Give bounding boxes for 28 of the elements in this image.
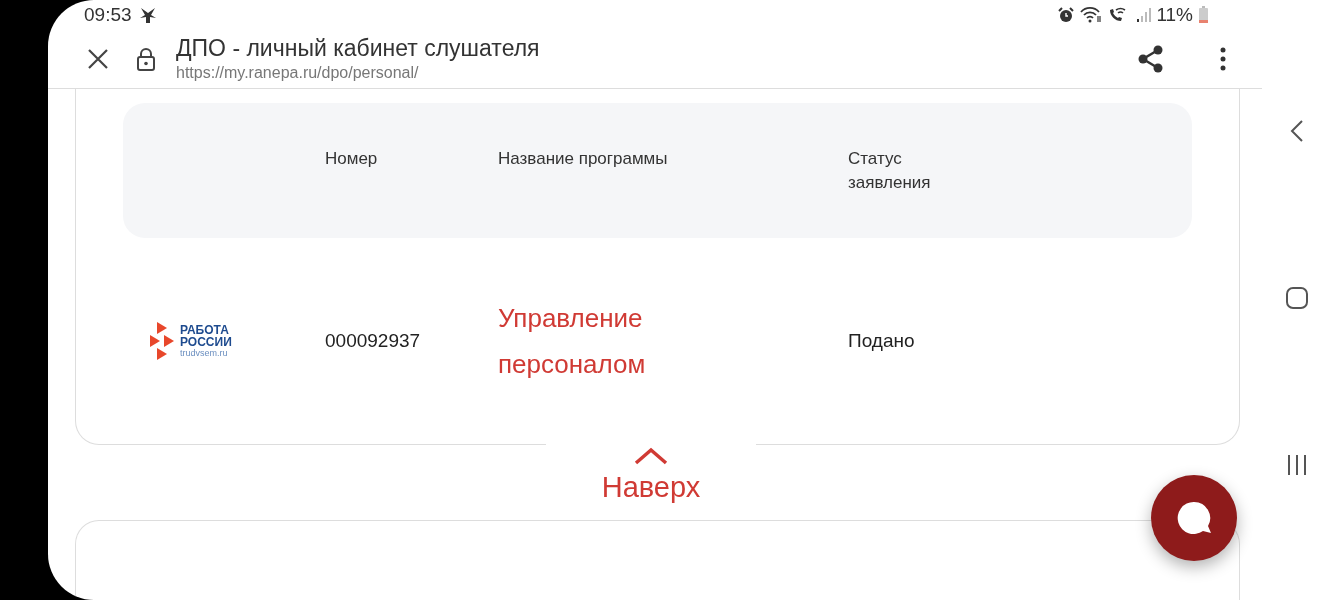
- battery-icon: [1199, 6, 1208, 23]
- signal-icon: [1136, 6, 1153, 23]
- chevron-up-icon: [634, 447, 668, 465]
- application-number: 000092937: [325, 330, 422, 352]
- battery-percent: 11%: [1156, 3, 1193, 26]
- chat-bubble-icon: [1176, 501, 1212, 535]
- close-icon[interactable]: [86, 46, 110, 71]
- back-icon[interactable]: [1290, 120, 1304, 142]
- chat-button[interactable]: [1151, 475, 1237, 561]
- home-icon[interactable]: [1286, 287, 1308, 309]
- column-header: Название программы: [498, 148, 669, 170]
- logo-site: trudvsem.ru: [180, 347, 229, 359]
- page-url: https://my.ranepa.ru/dpo/personal/: [176, 64, 420, 82]
- wifi-icon: [1080, 6, 1103, 23]
- application-status: Подано: [848, 330, 916, 352]
- logo-text: РОССИИ: [180, 335, 232, 348]
- status-time: 09:53: [84, 3, 132, 26]
- alarm-icon: [1058, 6, 1075, 23]
- page-title: ДПО - личный кабинет слушателя: [176, 35, 541, 62]
- logo-text: РАБОТА: [180, 323, 230, 336]
- column-header: Номер: [325, 148, 379, 170]
- lock-icon[interactable]: [136, 46, 156, 71]
- column-header: Статус заявления: [848, 148, 932, 194]
- program-link[interactable]: Управление персоналом: [498, 295, 678, 387]
- recents-icon[interactable]: [1287, 454, 1307, 476]
- logo-icon: [150, 322, 176, 360]
- share-icon[interactable]: [1138, 44, 1164, 73]
- more-icon[interactable]: [1220, 46, 1226, 71]
